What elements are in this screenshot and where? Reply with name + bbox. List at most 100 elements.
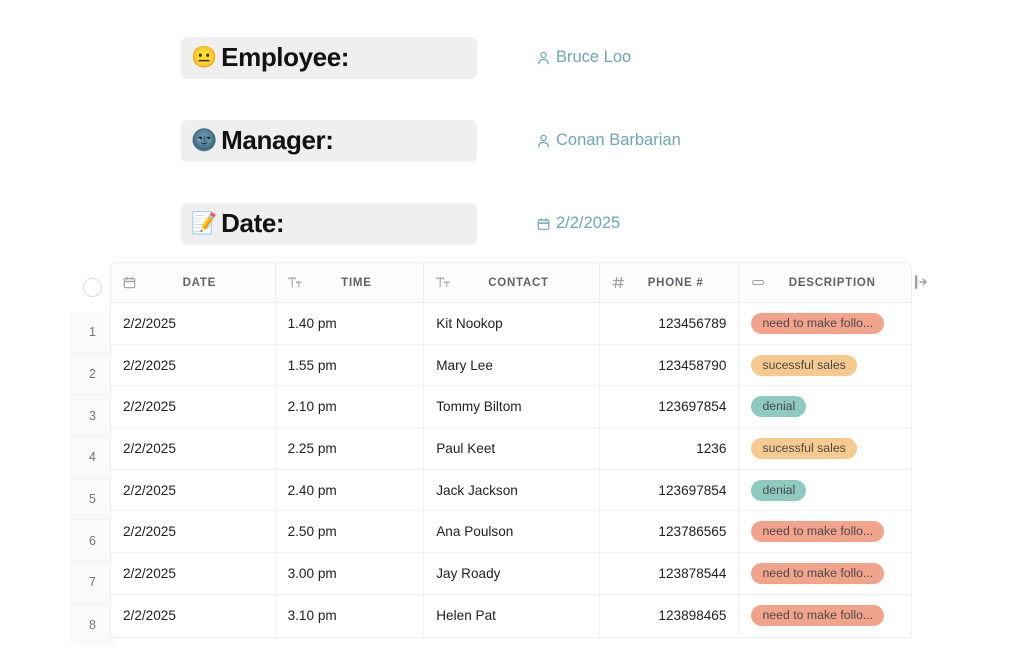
- cell-description[interactable]: need to make follo...: [739, 553, 911, 594]
- row-number[interactable]: 5: [70, 479, 115, 521]
- status-badge: denial: [751, 480, 806, 501]
- cell-description[interactable]: need to make follo...: [739, 303, 911, 344]
- cell-description[interactable]: denial: [739, 470, 911, 511]
- status-badge: denial: [751, 396, 806, 417]
- employee-label-box[interactable]: 😐 Employee:: [181, 37, 477, 79]
- column-header-contact[interactable]: CONTACT: [424, 263, 600, 302]
- column-header-phone[interactable]: PHONE #: [600, 263, 740, 302]
- cell-contact[interactable]: Mary Lee: [424, 345, 600, 386]
- new-moon-face-emoji: 🌚: [191, 130, 217, 151]
- manager-field-row: 🌚 Manager: Conan Barbarian: [0, 99, 1024, 182]
- cell-description[interactable]: sucessful sales: [739, 428, 911, 469]
- memo-emoji: 📝: [191, 213, 217, 234]
- table-row[interactable]: 2/2/20252.50 pmAna Poulson123786565need …: [111, 511, 911, 553]
- row-number[interactable]: 1: [70, 312, 115, 354]
- select-all-cell[interactable]: [70, 262, 115, 312]
- row-number[interactable]: 4: [70, 437, 115, 479]
- cell-description[interactable]: need to make follo...: [739, 511, 911, 552]
- cell-description[interactable]: denial: [739, 386, 911, 427]
- cell-time[interactable]: 2.25 pm: [276, 428, 425, 469]
- table-row[interactable]: 2/2/20253.00 pmJay Roady123878544need to…: [111, 553, 911, 595]
- cell-date[interactable]: 2/2/2025: [111, 386, 276, 427]
- cell-date[interactable]: 2/2/2025: [111, 553, 276, 594]
- cell-phone[interactable]: 123898465: [600, 595, 740, 637]
- column-header-date[interactable]: DATE: [111, 263, 276, 302]
- status-badge: sucessful sales: [751, 438, 856, 459]
- grid-body: 2/2/20251.40 pmKit Nookop123456789need t…: [110, 303, 912, 638]
- cell-phone[interactable]: 123697854: [600, 470, 740, 511]
- expand-row-handle[interactable]: [914, 274, 928, 290]
- cell-time[interactable]: 2.10 pm: [276, 386, 425, 427]
- cell-time[interactable]: 2.40 pm: [276, 470, 425, 511]
- text-type-icon: [288, 276, 302, 289]
- cell-time[interactable]: 3.00 pm: [276, 553, 425, 594]
- text-type-icon: [436, 276, 450, 289]
- column-header-phone-label: PHONE #: [625, 277, 727, 289]
- number-icon: [612, 276, 625, 289]
- table-row[interactable]: 2/2/20252.40 pmJack Jackson123697854 deni…: [111, 470, 911, 512]
- manager-label: Manager:: [221, 125, 333, 156]
- manager-value[interactable]: Conan Barbarian: [537, 131, 681, 150]
- cell-time[interactable]: 2.50 pm: [276, 511, 425, 552]
- row-number[interactable]: 8: [70, 604, 115, 646]
- row-number[interactable]: 7: [70, 562, 115, 604]
- cell-date[interactable]: 2/2/2025: [111, 303, 276, 344]
- row-number[interactable]: 2: [70, 354, 115, 396]
- employee-value-text: Bruce Loo: [556, 48, 631, 67]
- select-pill-icon: [751, 276, 765, 289]
- cell-description[interactable]: sucessful sales: [739, 345, 911, 386]
- row-number[interactable]: 3: [70, 395, 115, 437]
- calendar-icon: [123, 276, 136, 289]
- table-row[interactable]: 2/2/20252.10 pmTommy Biltom123697854 deni…: [111, 386, 911, 428]
- cell-phone[interactable]: 123878544: [600, 553, 740, 594]
- cell-date[interactable]: 2/2/2025: [111, 428, 276, 469]
- date-label-box[interactable]: 📝 Date:: [181, 203, 477, 245]
- cell-phone[interactable]: 1236: [600, 428, 740, 469]
- cell-contact[interactable]: Tommy Biltom: [424, 386, 600, 427]
- status-badge: need to make follo...: [751, 605, 884, 626]
- employee-value[interactable]: Bruce Loo: [537, 48, 631, 67]
- cell-time[interactable]: 3.10 pm: [276, 595, 425, 637]
- grid-header-row: DATE TIME: [110, 262, 912, 303]
- cell-date[interactable]: 2/2/2025: [111, 511, 276, 552]
- cell-contact[interactable]: Ana Poulson: [424, 511, 600, 552]
- status-badge: need to make follo...: [751, 313, 884, 334]
- column-header-description-label: DESCRIPTION: [765, 277, 899, 289]
- row-number[interactable]: 6: [70, 520, 115, 562]
- select-all-checkbox-icon[interactable]: [83, 278, 102, 297]
- cell-phone[interactable]: 123697854: [600, 386, 740, 427]
- cell-contact[interactable]: Paul Keet: [424, 428, 600, 469]
- manager-label-box[interactable]: 🌚 Manager:: [181, 120, 477, 162]
- cell-contact[interactable]: Jay Roady: [424, 553, 600, 594]
- date-value-text: 2/2/2025: [556, 214, 620, 233]
- column-header-description[interactable]: DESCRIPTION: [739, 263, 911, 302]
- table-row[interactable]: 2/2/20253.10 pmHelen Pat123898465 need to…: [111, 595, 911, 637]
- person-icon: [537, 134, 550, 148]
- date-field-row: 📝 Date: 2/2/2025: [0, 182, 1024, 265]
- date-value[interactable]: 2/2/2025: [537, 214, 620, 233]
- cell-phone[interactable]: 123458790: [600, 345, 740, 386]
- cell-contact[interactable]: Kit Nookop: [424, 303, 600, 344]
- person-icon: [537, 51, 550, 65]
- table-row[interactable]: 2/2/20251.55 pmMary Lee123458790 sucessfu…: [111, 345, 911, 387]
- cell-description[interactable]: need to make follo...: [739, 595, 911, 637]
- row-number-list: 12345678: [70, 312, 115, 646]
- cell-contact[interactable]: Helen Pat: [424, 595, 600, 637]
- column-header-time[interactable]: TIME: [276, 263, 425, 302]
- cell-date[interactable]: 2/2/2025: [111, 595, 276, 637]
- cell-date[interactable]: 2/2/2025: [111, 470, 276, 511]
- table-row[interactable]: 2/2/20251.40 pmKit Nookop123456789 need t…: [111, 303, 911, 345]
- cell-phone[interactable]: 123456789: [600, 303, 740, 344]
- status-badge: sucessful sales: [751, 355, 856, 376]
- table-row[interactable]: 2/2/20252.25 pmPaul Keet1236 sucessful sa…: [111, 428, 911, 470]
- employee-label: Employee:: [221, 42, 349, 73]
- column-header-time-label: TIME: [302, 277, 412, 289]
- cell-time[interactable]: 1.40 pm: [276, 303, 425, 344]
- header-fields: 😐 Employee: Bruce Loo 🌚 Manager:: [0, 0, 1024, 265]
- data-grid: DATE TIME: [110, 262, 912, 638]
- neutral-face-emoji: 😐: [191, 47, 217, 68]
- cell-phone[interactable]: 123786565: [600, 511, 740, 552]
- cell-contact[interactable]: Jack Jackson: [424, 470, 600, 511]
- cell-time[interactable]: 1.55 pm: [276, 345, 425, 386]
- cell-date[interactable]: 2/2/2025: [111, 345, 276, 386]
